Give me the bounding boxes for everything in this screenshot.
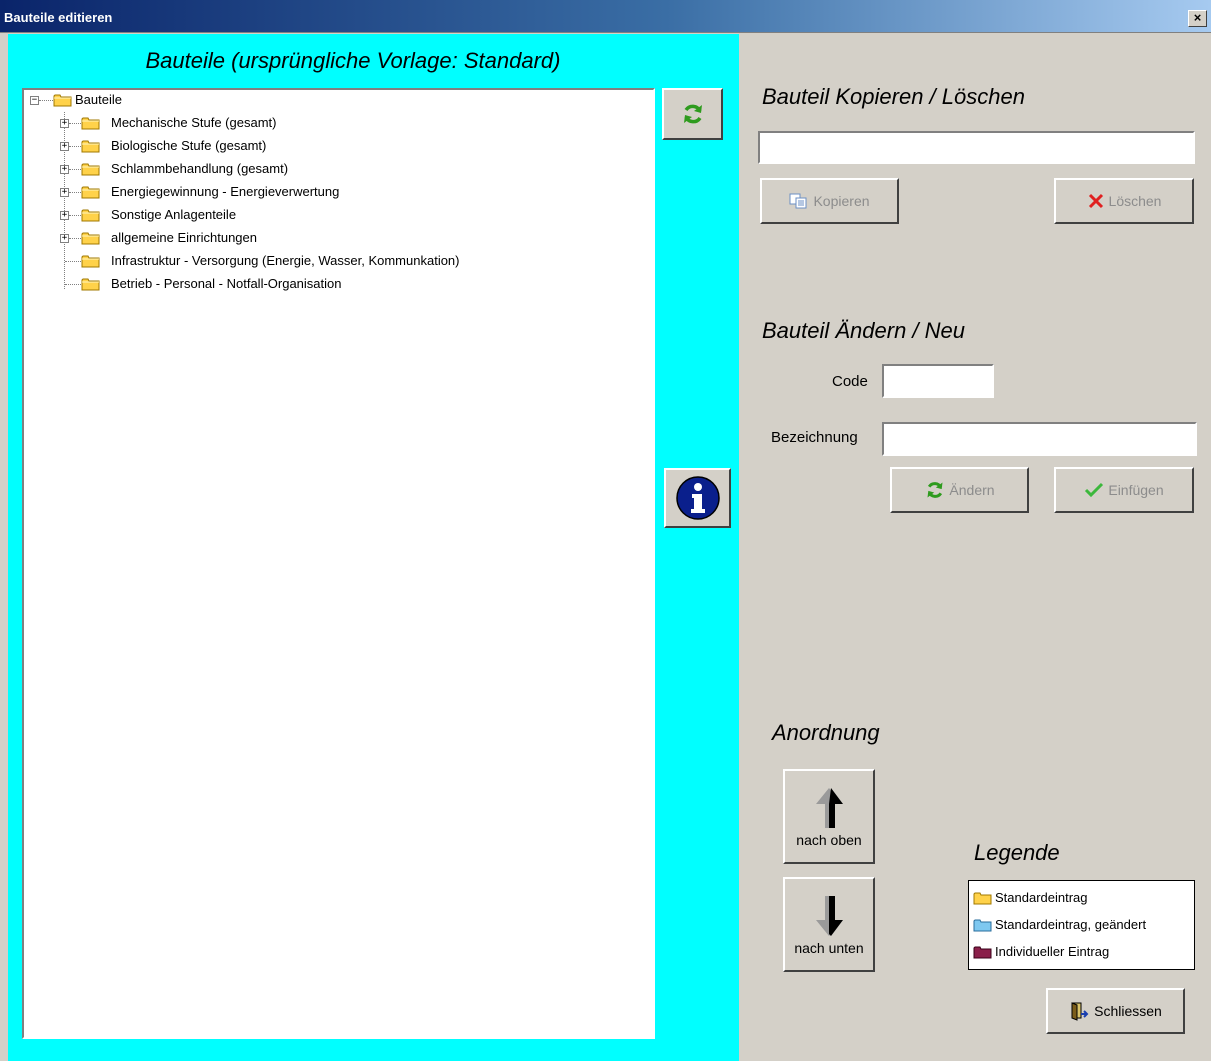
move-down-label: nach unten (794, 939, 864, 956)
close-button-label: Schliessen (1094, 1003, 1162, 1019)
name-label: Bezeichnung (771, 429, 858, 446)
tree-item[interactable]: + Energiegewinnung - Energieverwertung (24, 182, 644, 202)
expand-icon[interactable]: + (60, 211, 69, 220)
info-button[interactable] (664, 468, 731, 528)
folder-icon (81, 186, 100, 199)
window-title: Bauteile editieren (4, 10, 113, 25)
legend-item: Standardeintrag, geändert (973, 915, 1146, 935)
folder-icon (53, 94, 72, 107)
move-down-button[interactable]: nach unten (783, 877, 875, 972)
change-button-label: Ändern (949, 482, 995, 498)
insert-button-label: Einfügen (1108, 482, 1164, 498)
expand-icon[interactable]: + (60, 142, 69, 151)
change-button[interactable]: Ändern (890, 467, 1029, 513)
legend-item: Individueller Eintrag (973, 942, 1109, 962)
code-label: Code (832, 373, 868, 390)
tree-item-label: Mechanische Stufe (gesamt) (111, 115, 277, 130)
folder-icon (81, 163, 100, 176)
copy-name-input[interactable] (758, 131, 1195, 164)
close-window-button[interactable]: × (1188, 10, 1207, 27)
collapse-icon[interactable]: − (30, 96, 39, 105)
tree-connector (65, 261, 81, 262)
title-bar: Bauteile editieren × (0, 0, 1211, 33)
folder-icon (81, 209, 100, 222)
bauteile-panel: Bauteile (ursprüngliche Vorlage: Standar… (8, 34, 739, 1061)
folder-icon (81, 278, 100, 291)
tree-connector (65, 284, 81, 285)
folder-icon (81, 232, 100, 245)
info-icon (675, 476, 720, 520)
delete-button[interactable]: Löschen (1054, 178, 1194, 224)
tree-item-label: Biologische Stufe (gesamt) (111, 138, 267, 153)
tree-item-label: Schlammbehandlung (gesamt) (111, 161, 289, 176)
folder-icon (81, 255, 100, 268)
tree-item[interactable]: + Sonstige Anlagenteile (24, 205, 644, 225)
arrow-up-icon (816, 787, 843, 828)
copy-delete-heading: Bauteil Kopieren / Löschen (762, 84, 1025, 109)
copy-icon (789, 193, 807, 209)
arrow-down-icon (816, 895, 843, 936)
legend-item-label: Individueller Eintrag (995, 944, 1110, 959)
expand-icon[interactable]: + (60, 188, 69, 197)
legend-heading: Legende (974, 840, 1060, 865)
tree-item[interactable]: + Mechanische Stufe (gesamt) (24, 113, 644, 133)
copy-button-label: Kopieren (813, 193, 870, 209)
name-input[interactable] (882, 422, 1197, 456)
folder-icon (973, 946, 992, 959)
tree-connector (69, 192, 81, 193)
edit-new-heading: Bauteil Ändern / Neu (762, 318, 966, 343)
tree-connector (69, 146, 81, 147)
tree-item-label: allgemeine Einrichtungen (111, 230, 257, 245)
folder-icon (973, 892, 992, 905)
tree-connector (69, 169, 81, 170)
move-up-label: nach oben (796, 831, 862, 848)
tree-item[interactable]: Betrieb - Personal - Notfall-Organisatio… (24, 274, 644, 294)
tree-item-label: Sonstige Anlagenteile (111, 207, 237, 222)
tree-connector (39, 100, 53, 101)
tree-root-node[interactable]: − Bauteile (24, 90, 624, 110)
legend-item-label: Standardeintrag, geändert (995, 917, 1147, 932)
tree-item[interactable]: + Schlammbehandlung (gesamt) (24, 159, 644, 179)
exit-door-icon (1071, 1002, 1089, 1021)
tree-item-label: Betrieb - Personal - Notfall-Organisatio… (111, 276, 342, 291)
tree-item[interactable]: + allgemeine Einrichtungen (24, 228, 644, 248)
tree-connector (69, 123, 81, 124)
tree-root-label: Bauteile (75, 92, 122, 107)
move-up-button[interactable]: nach oben (783, 769, 875, 864)
order-heading: Anordnung (772, 720, 880, 745)
delete-button-label: Löschen (1108, 193, 1162, 209)
tree-connector (69, 215, 81, 216)
insert-button[interactable]: Einfügen (1054, 467, 1194, 513)
code-input[interactable] (882, 364, 994, 398)
tree-connector (69, 238, 81, 239)
expand-icon[interactable]: + (60, 234, 69, 243)
folder-icon (81, 117, 100, 130)
expand-icon[interactable]: + (60, 119, 69, 128)
refresh-icon (683, 104, 702, 124)
close-button[interactable]: Schliessen (1046, 988, 1185, 1034)
legend-item: Standardeintrag (973, 888, 1088, 908)
tree-item-label: Energiegewinnung - Energieverwertung (111, 184, 340, 199)
panel-title: Bauteile (ursprüngliche Vorlage: Standar… (145, 48, 561, 73)
delete-icon (1088, 193, 1103, 209)
refresh-button[interactable] (662, 88, 723, 140)
checkmark-icon (1085, 482, 1104, 498)
bauteile-tree[interactable]: − Bauteile + Mechanische Stufe (gesamt) … (22, 88, 655, 1039)
expand-icon[interactable]: + (60, 165, 69, 174)
legend-item-label: Standardeintrag (995, 890, 1088, 905)
folder-icon (81, 140, 100, 153)
tree-item[interactable]: Infrastruktur - Versorgung (Energie, Was… (24, 251, 644, 271)
copy-button[interactable]: Kopieren (760, 178, 899, 224)
refresh-icon (927, 482, 943, 498)
folder-icon (973, 919, 992, 932)
legend-box: Standardeintrag Standardeintrag, geänder… (968, 880, 1195, 970)
tree-item[interactable]: + Biologische Stufe (gesamt) (24, 136, 644, 156)
tree-item-label: Infrastruktur - Versorgung (Energie, Was… (111, 253, 460, 268)
